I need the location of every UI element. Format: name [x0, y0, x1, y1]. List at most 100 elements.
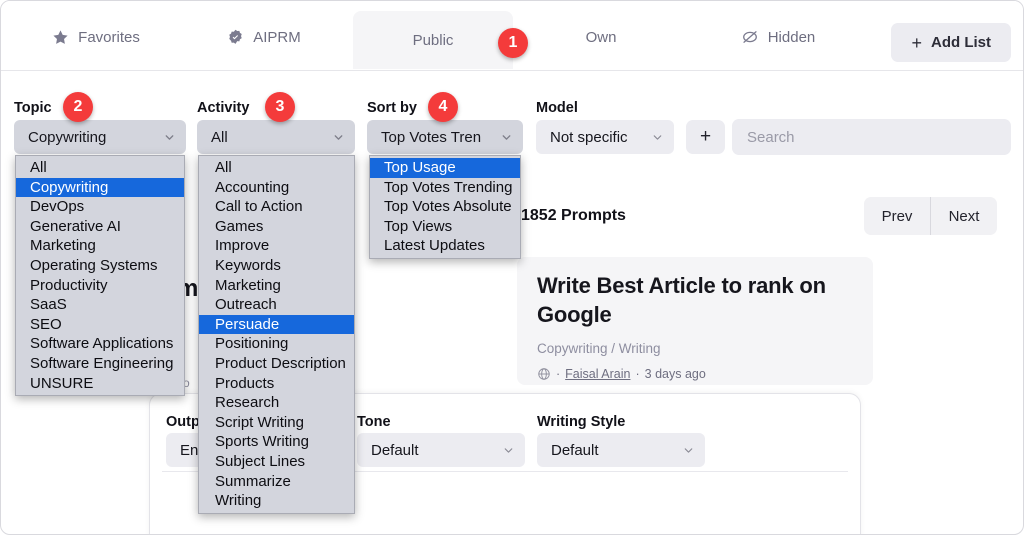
add-list-button[interactable]: + Add List	[891, 23, 1011, 62]
dropdown-option[interactable]: Copywriting	[16, 178, 184, 198]
dropdown-option[interactable]: All	[16, 158, 184, 178]
pagination-controls: Prev Next	[864, 197, 997, 235]
dropdown-option[interactable]: Script Writing	[199, 413, 354, 433]
chevron-down-icon	[682, 444, 695, 457]
dropdown-option[interactable]: Marketing	[16, 236, 184, 256]
activity-dropdown-list[interactable]: AllAccountingCall to ActionGamesImproveK…	[198, 155, 355, 514]
dropdown-option[interactable]: Sports Writing	[199, 432, 354, 452]
chevron-down-icon	[332, 131, 345, 144]
dropdown-option[interactable]: Persuade	[199, 315, 354, 335]
writing-style-select-value: Default	[551, 442, 676, 459]
annotation-badge-4: 4	[428, 92, 458, 122]
dropdown-option[interactable]: Product Description	[199, 354, 354, 374]
activity-select-value: All	[211, 129, 326, 146]
dropdown-option[interactable]: Subject Lines	[199, 452, 354, 472]
sort-by-select-value: Top Votes Tren	[381, 129, 494, 146]
dropdown-option[interactable]: Top Votes Absolute	[370, 197, 520, 217]
tone-select-value: Default	[371, 442, 496, 459]
dropdown-option[interactable]: Top Views	[370, 217, 520, 237]
add-filter-button[interactable]: +	[686, 120, 725, 154]
dropdown-option[interactable]: Positioning	[199, 334, 354, 354]
dropdown-option[interactable]: Productivity	[16, 276, 184, 296]
dropdown-option[interactable]: Operating Systems	[16, 256, 184, 276]
tab-public[interactable]: Public	[353, 11, 513, 69]
annotation-badge-1: 1	[498, 28, 528, 58]
prompt-count-label: 1852 Prompts	[521, 207, 626, 225]
sort-by-dropdown-list[interactable]: Top UsageTop Votes TrendingTop Votes Abs…	[369, 155, 521, 259]
tab-label: Own	[586, 29, 617, 46]
topic-label: Topic	[14, 100, 52, 116]
dropdown-option[interactable]: UNSURE	[16, 374, 184, 394]
dropdown-option[interactable]: Top Usage	[370, 158, 520, 178]
tab-label: Public	[413, 32, 454, 49]
model-label: Model	[536, 100, 578, 116]
tab-favorites[interactable]: Favorites	[31, 15, 161, 59]
prompt-card-meta: · Faisal Arain · 3 days ago	[537, 367, 706, 381]
model-select-value: Not specific	[550, 129, 645, 146]
output-label: Outp	[166, 414, 200, 430]
dropdown-option[interactable]: Keywords	[199, 256, 354, 276]
prev-page-button[interactable]: Prev	[864, 197, 930, 235]
prompt-author-link[interactable]: Faisal Arain	[565, 367, 630, 381]
dropdown-option[interactable]: Latest Updates	[370, 236, 520, 256]
chevron-down-icon	[502, 444, 515, 457]
dropdown-option[interactable]: Call to Action	[199, 197, 354, 217]
dropdown-option[interactable]: SaaS	[16, 295, 184, 315]
plus-icon: +	[911, 34, 922, 52]
dropdown-option[interactable]: All	[199, 158, 354, 178]
model-select[interactable]: Not specific	[536, 120, 674, 154]
plus-icon: +	[700, 126, 711, 148]
tab-aiprm[interactable]: AIPRM	[199, 15, 329, 59]
dropdown-option[interactable]: Marketing	[199, 276, 354, 296]
dropdown-option[interactable]: SEO	[16, 315, 184, 335]
tone-select[interactable]: Default	[357, 433, 525, 467]
dropdown-option[interactable]: Top Votes Trending	[370, 178, 520, 198]
meta-separator: ·	[635, 367, 639, 381]
tone-label: Tone	[357, 414, 391, 430]
chevron-down-icon	[163, 131, 176, 144]
dropdown-option[interactable]: Software Engineering	[16, 354, 184, 374]
next-page-button[interactable]: Next	[931, 197, 997, 235]
verified-badge-icon	[227, 29, 244, 46]
globe-icon	[537, 367, 551, 381]
prompt-card[interactable]: Write Best Article to rank on Google Cop…	[517, 257, 873, 385]
tab-label: Hidden	[768, 29, 816, 46]
annotation-badge-2: 2	[63, 92, 93, 122]
results-bar: 1852 Prompts Prev Next	[517, 197, 1011, 241]
annotation-badge-3: 3	[265, 92, 295, 122]
search-input[interactable]	[732, 119, 1011, 155]
tab-label: Favorites	[78, 29, 140, 46]
dropdown-option[interactable]: Software Applications	[16, 334, 184, 354]
prompt-card-title: Write Best Article to rank on Google	[537, 271, 847, 329]
dropdown-option[interactable]: Products	[199, 374, 354, 394]
sort-by-select[interactable]: Top Votes Tren	[367, 120, 523, 154]
chevron-down-icon	[500, 131, 513, 144]
dropdown-option[interactable]: Generative AI	[16, 217, 184, 237]
dropdown-option[interactable]: DevOps	[16, 197, 184, 217]
topic-select-value: Copywriting	[28, 129, 157, 146]
sort-by-label: Sort by	[367, 100, 417, 116]
activity-select[interactable]: All	[197, 120, 355, 154]
writing-style-label: Writing Style	[537, 414, 625, 430]
dropdown-option[interactable]: Writing	[199, 491, 354, 511]
eye-off-icon	[741, 28, 759, 46]
tab-own[interactable]: Own	[546, 15, 656, 59]
dropdown-option[interactable]: Games	[199, 217, 354, 237]
chevron-down-icon	[651, 131, 664, 144]
topic-dropdown-list[interactable]: AllCopywritingDevOpsGenerative AIMarketi…	[15, 155, 185, 396]
tab-hidden[interactable]: Hidden	[713, 15, 843, 59]
writing-style-select[interactable]: Default	[537, 433, 705, 467]
meta-separator: ·	[556, 367, 560, 381]
star-icon	[52, 29, 69, 46]
add-list-label: Add List	[931, 34, 991, 51]
dropdown-option[interactable]: Accounting	[199, 178, 354, 198]
dropdown-option[interactable]: Improve	[199, 236, 354, 256]
tab-label: AIPRM	[253, 29, 301, 46]
aiprm-prompt-browser: Favorites AIPRM Public Own Hidden +	[0, 0, 1024, 535]
dropdown-option[interactable]: Research	[199, 393, 354, 413]
topic-select[interactable]: Copywriting	[14, 120, 186, 154]
dropdown-option[interactable]: Summarize	[199, 472, 354, 492]
activity-label: Activity	[197, 100, 249, 116]
dropdown-option[interactable]: Outreach	[199, 295, 354, 315]
prompt-card-category: Copywriting / Writing	[537, 341, 661, 356]
